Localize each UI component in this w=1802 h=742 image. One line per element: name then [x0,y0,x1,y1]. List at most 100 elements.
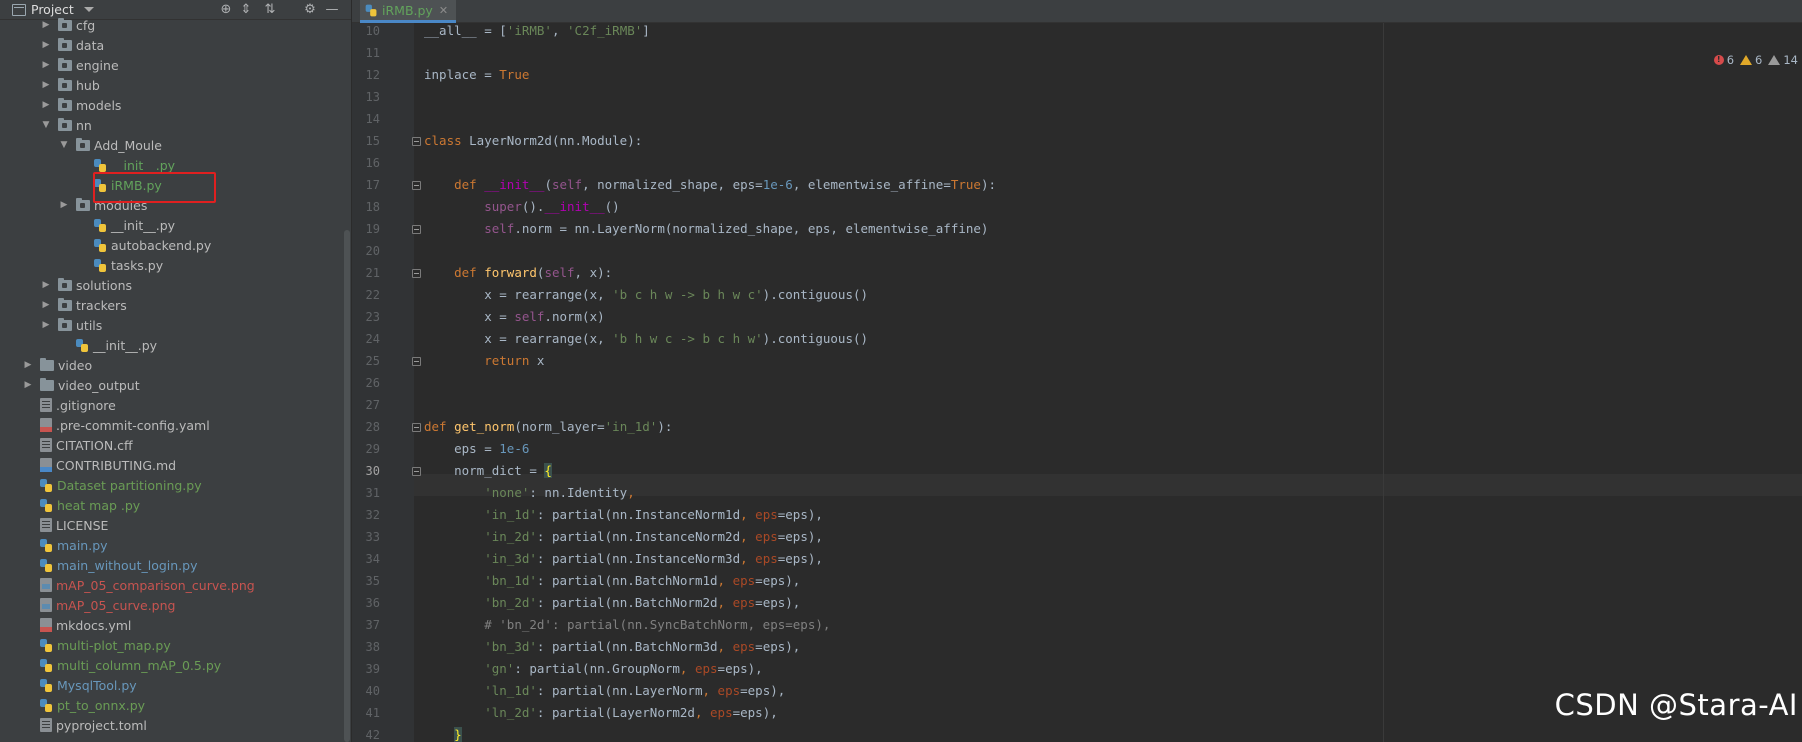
code-line[interactable]: return x [424,350,544,372]
code-line[interactable]: def forward(self, x): [424,262,612,284]
chevron-right-icon[interactable]: ▶ [40,295,52,315]
tree-item[interactable]: ▶ models [40,95,121,115]
error-count[interactable]: ! 6 [1713,53,1734,67]
code-line[interactable]: eps = 1e-6 [424,438,529,460]
inspection-widget[interactable]: ! 6 6 14 [1713,53,1798,67]
chevron-right-icon[interactable]: ▶ [40,35,52,55]
tree-item[interactable]: main_without_login.py [22,555,197,575]
code-line[interactable]: def get_norm(norm_layer='in_1d'): [424,416,672,438]
chevron-down-icon[interactable]: ▼ [58,135,70,155]
code-line[interactable]: 'in_3d': partial(nn.InstanceNorm3d, eps=… [424,548,823,570]
tree-item[interactable]: pt_to_onnx.py [22,695,145,715]
chevron-right-icon[interactable]: ▶ [40,315,52,335]
code-editor[interactable]: 10 11 12 13 14 15 16 17 18 19 20 21 22 23 24 25 26 27 28 29… [352,23,1802,742]
code-line[interactable]: 'in_2d': partial(nn.InstanceNorm2d, eps=… [424,526,823,548]
tree-item[interactable]: mAP_05_curve.png [22,595,175,615]
tree-item[interactable]: ▶ engine [40,55,119,75]
hide-panel-icon[interactable]: — [324,2,340,18]
project-scrollbar[interactable] [344,230,350,742]
collapse-all-icon[interactable]: ⇅ [262,2,278,18]
tree-item[interactable]: ▶ hub [40,75,100,95]
chevron-right-icon[interactable]: ▶ [22,375,34,395]
tree-item[interactable]: ▼ nn [40,115,92,135]
code-line[interactable]: 'bn_3d': partial(nn.BatchNorm3d, eps=eps… [424,636,800,658]
fold-marker-icon[interactable] [412,467,421,476]
code-line[interactable]: 'bn_1d': partial(nn.BatchNorm1d, eps=eps… [424,570,800,592]
python-file-icon [40,658,53,672]
tree-item[interactable]: LICENSE [22,515,108,535]
tree-item[interactable]: MysqlTool.py [22,675,137,695]
chevron-right-icon[interactable]: ▶ [40,15,52,35]
tree-item[interactable]: Dataset partitioning.py [22,475,202,495]
code-line[interactable]: } [424,724,462,742]
code-line[interactable]: 'gn': partial(nn.GroupNorm, eps=eps), [424,658,762,680]
chevron-right-icon[interactable]: ▶ [22,355,34,375]
code-line[interactable]: super().__init__() [424,196,620,218]
code-token: 'iRMB' [506,23,552,38]
chevron-down-icon[interactable] [83,7,94,12]
tree-item[interactable]: pyproject.toml [22,715,147,735]
tree-item[interactable]: autobackend.py [76,235,211,255]
code-line[interactable]: 'ln_1d': partial(nn.LayerNorm, eps=eps), [424,680,785,702]
tree-item[interactable]: multi-plot_map.py [22,635,171,655]
tree-item[interactable]: ▶ video [22,355,92,375]
fold-marker-icon[interactable] [412,181,421,190]
tree-item[interactable]: ▼ Add_Moule [58,135,162,155]
code-token: 'in_1d' [484,507,537,522]
code-line[interactable]: __all__ = ['iRMB', 'C2f_iRMB'] [424,23,650,42]
code-line[interactable]: x = rearrange(x, 'b c h w -> b h w c').c… [424,284,868,306]
code-line[interactable]: norm_dict = { [424,460,552,482]
close-icon[interactable]: ✕ [439,4,448,17]
tree-item[interactable]: heat map .py [22,495,140,515]
fold-marker-icon[interactable] [412,225,421,234]
tree-item[interactable]: CONTRIBUTING.md [22,455,176,475]
tree-item[interactable]: mkdocs.yml [22,615,131,635]
tree-item[interactable]: __init__.py [58,335,157,355]
tree-item[interactable]: ▶ data [40,35,104,55]
chevron-right-icon[interactable]: ▶ [40,75,52,95]
tree-item[interactable]: mAP_05_comparison_curve.png [22,575,255,595]
expand-all-icon[interactable]: ⇕ [238,2,254,18]
tree-item[interactable]: tasks.py [76,255,163,275]
tab-irmb[interactable]: iRMB.py ✕ [360,0,457,23]
chevron-right-icon[interactable]: ▶ [40,275,52,295]
code-line[interactable]: # 'bn_2d': partial(nn.SyncBatchNorm, eps… [424,614,830,636]
tree-item[interactable]: .gitignore [22,395,116,415]
tree-item[interactable]: ▶ utils [40,315,102,335]
locate-icon[interactable]: ⊕ [218,2,234,18]
code-line[interactable]: self.norm = nn.LayerNorm(normalized_shap… [424,218,988,240]
tree-item[interactable]: ▶ trackers [40,295,127,315]
code-line[interactable]: 'in_1d': partial(nn.InstanceNorm1d, eps=… [424,504,823,526]
tree-item[interactable]: CITATION.cff [22,435,133,455]
code-token: # 'bn_2d': partial(nn.SyncBatchNorm, eps… [484,617,831,632]
weak-warning-count[interactable]: 14 [1768,53,1798,67]
tree-item[interactable]: __init__.py [76,215,175,235]
chevron-right-icon[interactable]: ▶ [40,55,52,75]
fold-marker-icon[interactable] [412,357,421,366]
code-line[interactable]: def __init__(self, normalized_shape, eps… [424,174,996,196]
code-line[interactable]: 'bn_2d': partial(nn.BatchNorm2d, eps=eps… [424,592,800,614]
code-token: , [694,705,711,720]
fold-marker-icon[interactable] [412,137,421,146]
tree-item[interactable]: ▶ solutions [40,275,132,295]
warning-count[interactable]: 6 [1740,53,1762,67]
code-line[interactable]: inplace = True [424,64,529,86]
python-file-icon [94,258,107,272]
code-line[interactable]: 'none': nn.Identity, [424,482,635,504]
tree-item[interactable]: ▶ cfg [40,15,95,35]
gear-icon[interactable]: ⚙ [302,2,318,18]
code-line[interactable]: class LayerNorm2d(nn.Module): [424,130,642,152]
code-line[interactable]: x = self.norm(x) [424,306,604,328]
chevron-right-icon[interactable]: ▶ [40,95,52,115]
tree-item[interactable]: main.py [22,535,108,555]
tree-item[interactable]: multi_column_mAP_0.5.py [22,655,221,675]
code-line[interactable]: 'ln_2d': partial(LayerNorm2d, eps=eps), [424,702,778,724]
fold-marker-icon[interactable] [412,423,421,432]
chevron-right-icon[interactable]: ▶ [58,195,70,215]
code-line[interactable]: x = rearrange(x, 'b h w c -> b c h w').c… [424,328,868,350]
chevron-down-icon[interactable]: ▼ [40,115,52,135]
fold-marker-icon[interactable] [412,269,421,278]
tree-item[interactable]: .pre-commit-config.yaml [22,415,210,435]
tree-item[interactable]: ▶ video_output [22,375,140,395]
